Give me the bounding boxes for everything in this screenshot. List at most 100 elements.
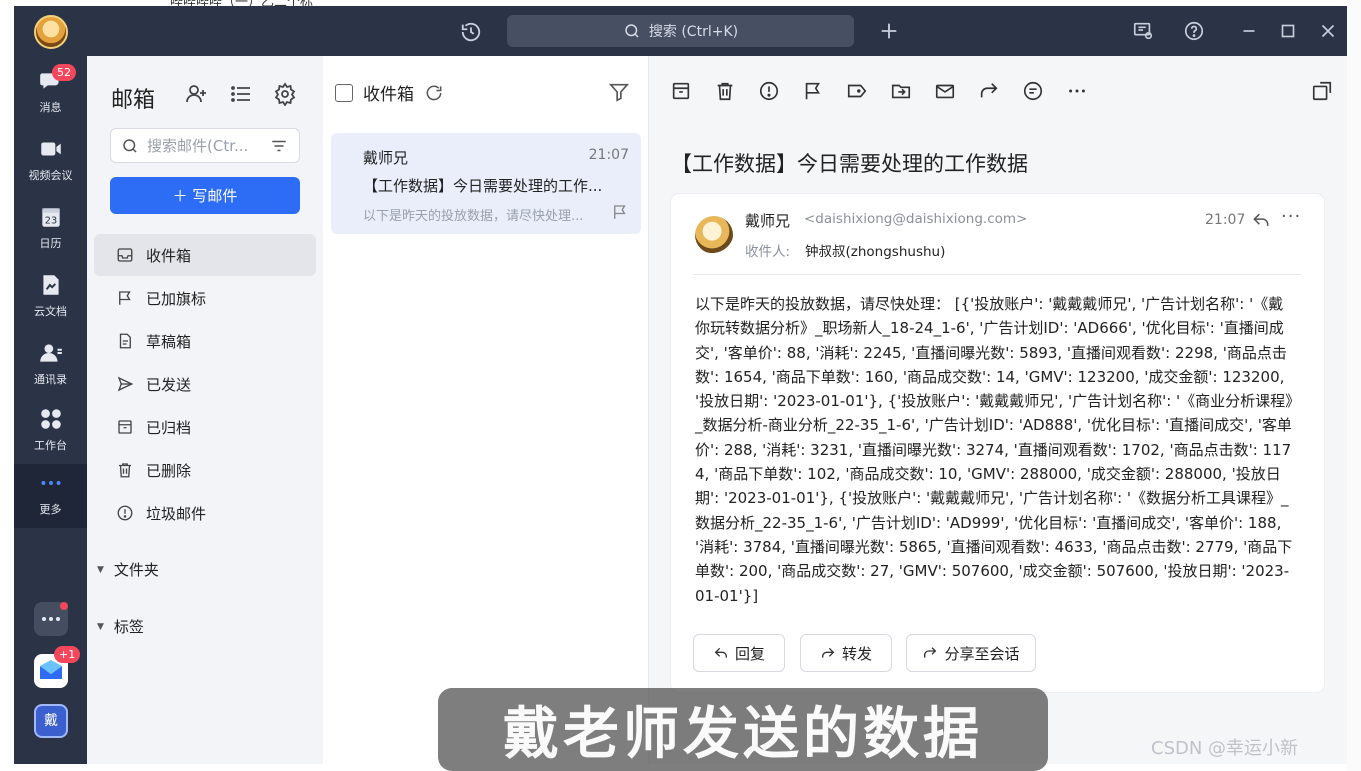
- select-all-checkbox[interactable]: [335, 83, 353, 102]
- rail-label: 工作台: [34, 439, 67, 452]
- folder-label: 已删除: [146, 461, 192, 480]
- folder-archived[interactable]: 已归档: [94, 406, 316, 448]
- forward-icon[interactable]: [978, 80, 1000, 102]
- mailbox-sidebar: 邮箱 搜索邮件(Ctr... ＋ 写邮件 收件箱 已加旗标 草稿箱 已发送 已归…: [87, 56, 323, 764]
- history-icon[interactable]: [460, 21, 482, 43]
- flag-icon[interactable]: [611, 203, 629, 221]
- flag-icon[interactable]: [802, 80, 824, 102]
- reply-label: 回复: [734, 644, 765, 663]
- folder-spam[interactable]: 垃圾邮件: [94, 492, 316, 534]
- message-list: 收件箱 戴师兄 21:07 【工作数据】今日需要处理的工作... 以下是昨天的投…: [323, 56, 649, 764]
- rail-item-workbench[interactable]: 工作台: [14, 400, 87, 456]
- caret-down-icon: ▼: [97, 564, 104, 575]
- mail-time: 21:07: [1205, 212, 1246, 228]
- minimize-icon[interactable]: [1238, 20, 1260, 42]
- folder-label: 已归档: [146, 418, 192, 437]
- spam-icon[interactable]: [758, 80, 780, 102]
- profile-avatar[interactable]: [34, 15, 68, 49]
- folder-deleted[interactable]: 已删除: [94, 449, 316, 491]
- share-to-chat-button[interactable]: 分享至会话: [906, 634, 1036, 672]
- screen-share-icon[interactable]: [1132, 20, 1154, 42]
- refresh-icon[interactable]: [424, 83, 444, 103]
- contacts-icon: [39, 344, 62, 362]
- folder-label: 已发送: [146, 375, 192, 394]
- mail-app-window: 搜索 (Ctrl+K) 消息 52 视频会议 23 日历 云文档 通讯录 工作台…: [14, 6, 1347, 764]
- mail-subject-heading: 【工作数据】今日需要处理的工作数据: [671, 152, 1028, 176]
- mail-app-button[interactable]: +1: [34, 646, 81, 688]
- calendar-day: 23: [44, 216, 56, 227]
- reply-icon: [714, 647, 727, 658]
- add-contact-icon[interactable]: [184, 82, 208, 106]
- help-icon[interactable]: [1183, 20, 1205, 42]
- more-apps-button[interactable]: [34, 602, 68, 636]
- search-icon: [123, 138, 137, 153]
- tag-icon[interactable]: [846, 80, 868, 102]
- mark-unread-icon[interactable]: [934, 80, 956, 102]
- compose-button[interactable]: ＋ 写邮件: [110, 177, 300, 214]
- send-icon: [117, 376, 134, 392]
- inbox-icon: [117, 248, 133, 262]
- outside-area: [1347, 0, 1361, 771]
- apps-grid-icon: [40, 409, 61, 429]
- filter-lines-icon[interactable]: [269, 137, 289, 155]
- mail-body: 以下是昨天的投放数据，请尽快处理： [{'投放账户': '戴戴戴师兄', '广告…: [695, 295, 1293, 605]
- ellipsis-icon: [42, 602, 68, 621]
- user-avatar[interactable]: 戴: [34, 704, 68, 738]
- mail-list-item[interactable]: 戴师兄 21:07 【工作数据】今日需要处理的工作... 以下是昨天的投放数据，…: [331, 133, 641, 234]
- rail-item-messages[interactable]: 消息 52: [14, 62, 87, 118]
- rail-item-more[interactable]: 更多: [14, 464, 87, 528]
- mail-search-placeholder: 搜索邮件(Ctr...: [147, 137, 249, 155]
- rail-item-contacts[interactable]: 通讯录: [14, 334, 87, 390]
- reply-button[interactable]: 回复: [693, 634, 785, 672]
- draft-icon: [119, 333, 131, 349]
- mail-preview: 以下是昨天的投放数据，请尽快处理...: [363, 209, 584, 224]
- more-horizontal-icon[interactable]: ···: [1281, 206, 1301, 227]
- rail-item-video-meeting[interactable]: 视频会议: [14, 130, 87, 186]
- trash-icon[interactable]: [714, 80, 736, 102]
- move-to-folder-icon[interactable]: [890, 80, 912, 102]
- sender-email[interactable]: <daishixiong@daishixiong.com>: [804, 211, 1027, 227]
- rail-item-cloud-docs[interactable]: 云文档: [14, 266, 87, 322]
- list-title: 收件箱: [363, 85, 414, 105]
- add-icon[interactable]: [878, 20, 900, 42]
- divider: [693, 274, 1301, 275]
- mail-subject: 【工作数据】今日需要处理的工作...: [363, 177, 603, 195]
- share-label: 分享至会话: [944, 644, 1020, 663]
- app-nav-rail: 消息 52 视频会议 23 日历 云文档 通讯录 工作台 更多 +1 戴: [14, 56, 87, 764]
- mail-search-input[interactable]: 搜索邮件(Ctr...: [110, 128, 300, 163]
- mail-sender: 戴师兄: [363, 149, 409, 167]
- filter-funnel-icon[interactable]: [608, 81, 630, 103]
- comment-icon[interactable]: [1022, 80, 1044, 102]
- more-horizontal-icon[interactable]: [1066, 80, 1088, 102]
- section-folders[interactable]: ▼ 文件夹: [97, 559, 159, 580]
- reply-icon[interactable]: [1251, 210, 1271, 230]
- forward-button[interactable]: 转发: [800, 634, 892, 672]
- folder-inbox[interactable]: 收件箱: [94, 234, 316, 276]
- sender-name[interactable]: 戴师兄: [745, 210, 790, 231]
- cloud-doc-icon: [42, 275, 59, 295]
- archive-icon[interactable]: [670, 80, 692, 102]
- rail-label: 通讯录: [34, 373, 67, 386]
- folder-sent[interactable]: 已发送: [94, 363, 316, 405]
- list-header: 收件箱: [335, 80, 444, 105]
- folder-drafts[interactable]: 草稿箱: [94, 320, 316, 362]
- folder-label: 已加旗标: [146, 289, 207, 308]
- rail-label: 更多: [39, 503, 62, 516]
- recipient-name[interactable]: 钟叔叔(zhongshushu): [805, 240, 945, 260]
- search-icon: [625, 24, 639, 38]
- mail-card: 戴师兄 <daishixiong@daishixiong.com> 收件人: 钟…: [671, 194, 1324, 692]
- maximize-icon[interactable]: [1277, 20, 1299, 42]
- app-badge: +1: [54, 646, 81, 663]
- close-icon[interactable]: [1317, 20, 1339, 42]
- section-tags[interactable]: ▼ 标签: [97, 616, 144, 637]
- trash-icon: [119, 463, 131, 478]
- open-in-window-icon[interactable]: [1311, 80, 1333, 102]
- global-search-input[interactable]: 搜索 (Ctrl+K): [507, 15, 854, 47]
- section-label: 标签: [113, 618, 144, 636]
- rail-item-calendar[interactable]: 23 日历: [14, 198, 87, 254]
- forward-label: 转发: [841, 644, 872, 663]
- settings-gear-icon[interactable]: [273, 82, 297, 106]
- folder-flagged[interactable]: 已加旗标: [94, 277, 316, 319]
- list-view-icon[interactable]: [229, 82, 253, 106]
- spam-icon: [117, 505, 133, 521]
